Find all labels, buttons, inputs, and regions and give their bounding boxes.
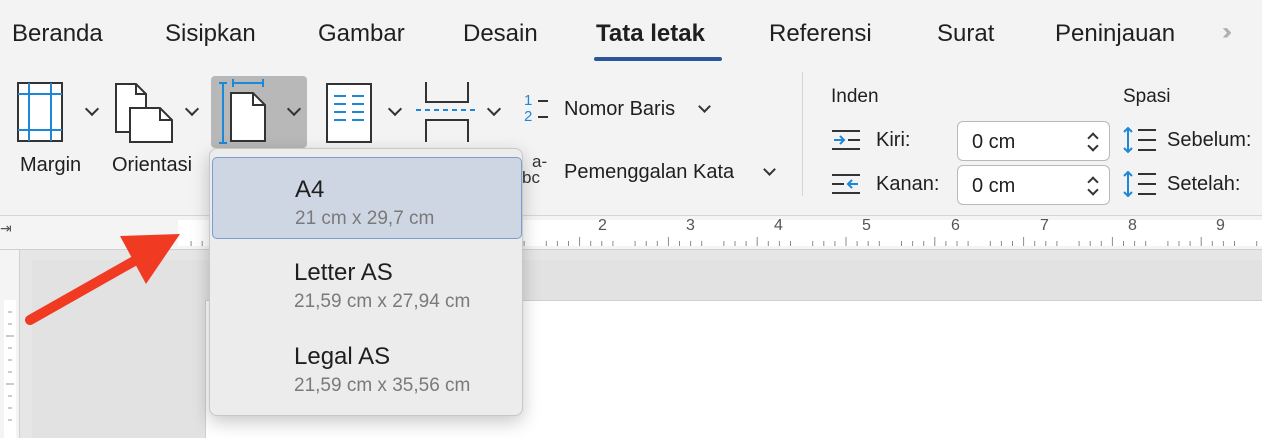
double-chevron-right-icon[interactable]: ›› bbox=[1222, 18, 1232, 46]
red-arrow-annotation bbox=[25, 234, 180, 325]
option-name: Letter AS bbox=[294, 259, 393, 286]
orientation-chevron-down-icon[interactable] bbox=[184, 101, 200, 117]
word-window: Beranda Sisipkan Gambar Desain Tata leta… bbox=[0, 0, 1262, 438]
ruler-number: 5 bbox=[862, 217, 871, 234]
orientation-icon bbox=[115, 83, 173, 143]
breaks-chevron-down-icon[interactable] bbox=[486, 101, 502, 117]
columns-button[interactable] bbox=[325, 80, 375, 146]
line-numbers-icon-one: 1 bbox=[524, 92, 533, 109]
paper-size-option-letter[interactable]: Letter AS 21,59 cm x 27,94 cm bbox=[212, 241, 522, 323]
spacing-before-icon bbox=[1123, 126, 1156, 154]
active-tab-indicator bbox=[594, 57, 722, 61]
paper-size-dropdown: A4 21 cm x 29,7 cm Letter AS 21,59 cm x … bbox=[209, 148, 523, 416]
ruler-number: 7 bbox=[1040, 217, 1049, 234]
indent-right-value: 0 cm bbox=[972, 175, 1016, 197]
tab-referensi[interactable]: Referensi bbox=[769, 20, 872, 48]
breaks-button[interactable] bbox=[416, 80, 478, 146]
margin-chevron-down-icon[interactable] bbox=[84, 101, 100, 117]
tab-tata-letak[interactable]: Tata letak bbox=[596, 20, 705, 48]
indent-right-down-icon[interactable] bbox=[1087, 184, 1099, 196]
columns-chevron-down-icon[interactable] bbox=[387, 101, 403, 117]
size-button[interactable] bbox=[211, 76, 307, 148]
hyphenation-icon-bottom: bc bbox=[522, 168, 540, 187]
hyphenation-icon: a- bc bbox=[522, 152, 558, 188]
line-numbers-chevron-down-icon[interactable] bbox=[698, 100, 711, 113]
orientation-label: Orientasi bbox=[112, 154, 193, 176]
indent-right-icon bbox=[832, 174, 860, 194]
indent-left-value: 0 cm bbox=[972, 131, 1016, 153]
indent-title: Inden bbox=[831, 86, 879, 107]
margin-button[interactable] bbox=[14, 80, 66, 146]
line-numbers-icon-line-a bbox=[538, 100, 548, 102]
option-dimensions: 21 cm x 29,7 cm bbox=[295, 208, 435, 229]
size-chevron-down-icon bbox=[286, 101, 302, 117]
tab-desain[interactable]: Desain bbox=[463, 20, 538, 48]
ruler-number: 3 bbox=[686, 217, 695, 234]
breaks-icon bbox=[416, 82, 478, 142]
tab-sisipkan[interactable]: Sisipkan bbox=[165, 20, 256, 48]
tab-gambar[interactable]: Gambar bbox=[318, 20, 405, 48]
spacing-before-label: Sebelum: bbox=[1167, 129, 1252, 151]
spacing-title: Spasi bbox=[1123, 86, 1171, 107]
hyphenation-chevron-down-icon[interactable] bbox=[763, 163, 776, 176]
indent-left-down-icon[interactable] bbox=[1087, 140, 1099, 152]
indent-left-label: Kiri: bbox=[876, 129, 911, 151]
ruler-number: 6 bbox=[951, 217, 960, 234]
ruler-number: 8 bbox=[1128, 217, 1137, 234]
indent-left-stepper[interactable]: 0 cm bbox=[957, 121, 1110, 161]
margin-label: Margin bbox=[20, 154, 82, 176]
paper-size-option-legal[interactable]: Legal AS 21,59 cm x 35,56 cm bbox=[212, 325, 522, 407]
indent-right-label: Kanan: bbox=[876, 173, 940, 195]
vertical-ruler[interactable] bbox=[0, 250, 20, 438]
ribbon-divider bbox=[802, 72, 803, 196]
ribbon-tabs: Beranda Sisipkan Gambar Desain Tata leta… bbox=[0, 0, 1262, 66]
option-name: Legal AS bbox=[294, 343, 391, 370]
option-name: A4 bbox=[295, 176, 325, 203]
spacing-after-label: Setelah: bbox=[1167, 173, 1241, 195]
option-dimensions: 21,59 cm x 35,56 cm bbox=[294, 375, 471, 396]
line-numbers-icon-two: 2 bbox=[524, 108, 533, 125]
line-numbers-icon: 1 2 bbox=[522, 92, 552, 126]
tab-peninjauan[interactable]: Peninjauan bbox=[1055, 20, 1175, 48]
spacing-after-icon bbox=[1123, 170, 1156, 198]
ruler-number: 2 bbox=[598, 217, 607, 234]
ribbon-layout: Margin Orientasi 1 2 Nomor Baris a- bc P… bbox=[0, 66, 1262, 216]
tab-beranda[interactable]: Beranda bbox=[12, 20, 103, 48]
line-numbers-button[interactable]: Nomor Baris bbox=[564, 98, 675, 121]
indent-left-icon bbox=[832, 130, 860, 150]
paper-size-icon bbox=[219, 79, 266, 144]
vertical-ruler-ticks bbox=[6, 311, 14, 421]
ruler-number: 9 bbox=[1216, 217, 1225, 234]
orientation-button[interactable] bbox=[114, 82, 176, 148]
tab-surat[interactable]: Surat bbox=[937, 20, 994, 48]
option-dimensions: 21,59 cm x 27,94 cm bbox=[294, 291, 471, 312]
ruler-number: 4 bbox=[774, 217, 783, 234]
margin-icon bbox=[17, 82, 63, 142]
hyphenation-button[interactable]: Pemenggalan Kata bbox=[564, 161, 734, 184]
paper-size-option-a4[interactable]: A4 21 cm x 29,7 cm bbox=[212, 157, 522, 239]
columns-icon bbox=[326, 83, 372, 143]
indent-right-stepper[interactable]: 0 cm bbox=[957, 165, 1110, 205]
line-numbers-icon-line-b bbox=[538, 116, 548, 118]
